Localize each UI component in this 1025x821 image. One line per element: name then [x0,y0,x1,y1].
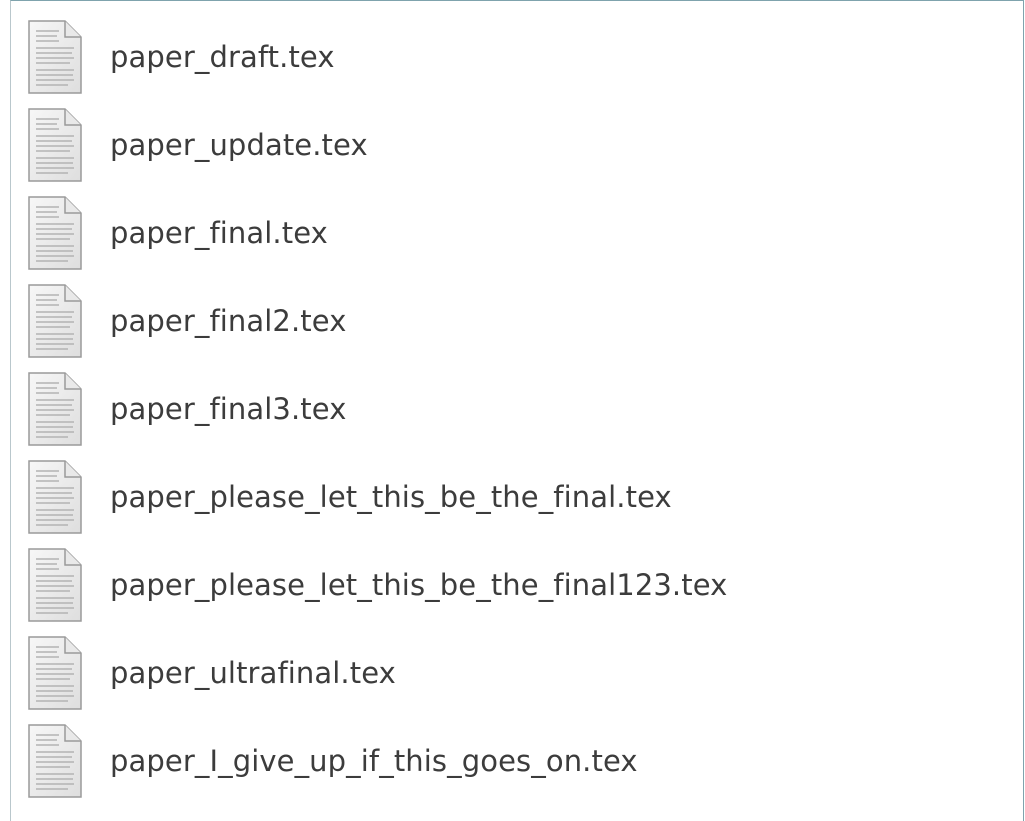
text-document-icon [23,371,85,447]
text-document-icon [23,107,85,183]
text-document-icon [23,195,85,271]
text-document-icon [23,547,85,623]
text-document-icon [23,723,85,799]
text-document-icon [23,19,85,95]
file-name: paper_ultrafinal.tex [110,656,396,690]
file-item[interactable]: paper_please_let_this_be_the_final123.te… [23,541,1023,629]
file-name: paper_please_let_this_be_the_final.tex [110,480,672,514]
file-item[interactable]: paper_final.tex [23,189,1023,277]
file-name: paper_final3.tex [110,392,347,426]
file-name: paper_draft.tex [110,40,335,74]
file-item[interactable]: paper_final2.tex [23,277,1023,365]
file-name: paper_update.tex [110,128,368,162]
file-name: paper_final2.tex [110,304,347,338]
file-item[interactable]: paper_final3.tex [23,365,1023,453]
text-document-icon [23,283,85,359]
file-list: paper_draft.tex paper_update.tex paper_f… [11,1,1023,805]
file-item[interactable]: paper_update.tex [23,101,1023,189]
file-name: paper_please_let_this_be_the_final123.te… [110,568,728,602]
file-item[interactable]: paper_draft.tex [23,13,1023,101]
file-browser-pane: paper_draft.tex paper_update.tex paper_f… [10,0,1024,821]
file-item[interactable]: paper_ultrafinal.tex [23,629,1023,717]
file-name: paper_final.tex [110,216,328,250]
text-document-icon [23,459,85,535]
file-name: paper_I_give_up_if_this_goes_on.tex [110,744,638,778]
file-item[interactable]: paper_please_let_this_be_the_final.tex [23,453,1023,541]
file-item[interactable]: paper_I_give_up_if_this_goes_on.tex [23,717,1023,805]
text-document-icon [23,635,85,711]
